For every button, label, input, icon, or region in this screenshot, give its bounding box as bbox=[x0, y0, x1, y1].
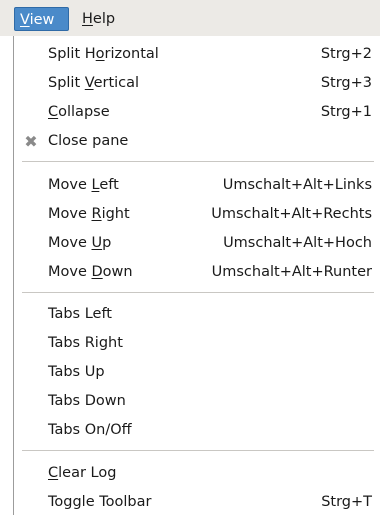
menu-separator bbox=[22, 450, 374, 451]
menu-bar: View Help bbox=[0, 0, 380, 36]
menu-item-tabs-up[interactable]: Tabs Up bbox=[14, 358, 380, 387]
menu-item-move-up[interactable]: Move Up Umschalt+Alt+Hoch bbox=[14, 229, 380, 258]
view-menu-dropdown: Split Horizontal Strg+2 Split Vertical S… bbox=[13, 36, 380, 515]
menu-item-label: Move Down bbox=[48, 264, 133, 280]
menu-item-label: Split Horizontal bbox=[48, 46, 159, 62]
menu-item-label: Tabs Up bbox=[48, 364, 105, 380]
menu-item-label: Tabs Right bbox=[48, 335, 123, 351]
menu-item-shortcut: Umschalt+Alt+Hoch bbox=[223, 235, 372, 251]
menu-item-split-horizontal[interactable]: Split Horizontal Strg+2 bbox=[14, 40, 380, 69]
menu-item-label: Clear Log bbox=[48, 465, 117, 481]
menu-item-label: Tabs Down bbox=[48, 393, 126, 409]
menu-item-tabs-down[interactable]: Tabs Down bbox=[14, 387, 380, 416]
menu-item-tabs-left[interactable]: Tabs Left bbox=[14, 300, 380, 329]
menu-item-tabs-on-off[interactable]: Tabs On/Off bbox=[14, 416, 380, 445]
menu-item-move-left[interactable]: Move Left Umschalt+Alt+Links bbox=[14, 171, 380, 200]
menu-item-split-vertical[interactable]: Split Vertical Strg+3 bbox=[14, 69, 380, 98]
menu-item-shortcut: Strg+3 bbox=[320, 75, 372, 91]
menu-separator bbox=[22, 161, 374, 162]
menu-help[interactable]: Help bbox=[77, 7, 120, 31]
menu-separator bbox=[22, 292, 374, 293]
menu-item-shortcut: Strg+2 bbox=[320, 46, 372, 62]
menu-item-label: Toggle Toolbar bbox=[48, 494, 152, 510]
menu-item-label: Move Right bbox=[48, 206, 130, 222]
menu-item-toggle-toolbar[interactable]: Toggle Toolbar Strg+T bbox=[14, 488, 380, 517]
menu-item-shortcut: Strg+T bbox=[321, 494, 372, 510]
menu-item-clear-log[interactable]: Clear Log bbox=[14, 459, 380, 488]
close-x-icon: ✖ bbox=[24, 132, 38, 151]
menu-item-move-right[interactable]: Move Right Umschalt+Alt+Rechts bbox=[14, 200, 380, 229]
menu-item-label: Move Up bbox=[48, 235, 112, 251]
menu-item-shortcut: Umschalt+Alt+Links bbox=[222, 177, 372, 193]
menu-item-label: Tabs On/Off bbox=[48, 422, 132, 438]
menu-item-label: Close pane bbox=[48, 133, 129, 149]
menu-item-move-down[interactable]: Move Down Umschalt+Alt+Runter bbox=[14, 258, 380, 287]
menu-item-tabs-right[interactable]: Tabs Right bbox=[14, 329, 380, 358]
menu-item-label: Collapse bbox=[48, 104, 110, 120]
menu-item-shortcut: Strg+1 bbox=[320, 104, 372, 120]
menu-item-label: Move Left bbox=[48, 177, 119, 193]
menu-item-shortcut: Umschalt+Alt+Rechts bbox=[211, 206, 372, 222]
menu-item-label: Tabs Left bbox=[48, 306, 112, 322]
menu-item-label: Split Vertical bbox=[48, 75, 140, 91]
menu-item-shortcut: Umschalt+Alt+Runter bbox=[211, 264, 372, 280]
menu-item-close-pane[interactable]: ✖ Close pane bbox=[14, 127, 380, 156]
menu-view[interactable]: View bbox=[14, 7, 69, 31]
menu-item-collapse[interactable]: Collapse Strg+1 bbox=[14, 98, 380, 127]
